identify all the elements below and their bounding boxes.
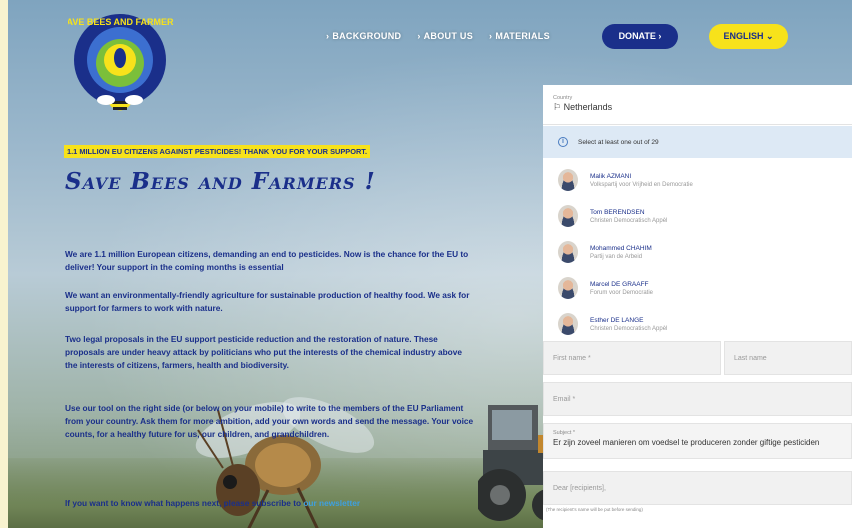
flag-icon: ⚐ <box>553 102 564 112</box>
country-name: Netherlands <box>563 102 613 112</box>
mep-name: Marcel DE GRAAFF <box>590 280 649 288</box>
nav-about-us[interactable]: › ABOUT US <box>417 26 473 46</box>
intro-paragraph-2: We want an environmentally-friendly agri… <box>65 290 470 313</box>
mep-party: Christen Democratisch Appèl <box>590 217 668 224</box>
nav-about-us-label: ABOUT US <box>423 31 474 41</box>
message-field[interactable]: Dear [recipients], <box>543 471 852 505</box>
logo-text: SAVE BEES AND FARMERS <box>68 17 173 27</box>
country-value: ⚐ Netherlands <box>553 102 842 113</box>
email-field[interactable]: Email * <box>543 382 852 416</box>
newsletter-link[interactable]: our newsletter <box>303 498 360 508</box>
mep-item[interactable]: Tom BERENDSEN Christen Democratisch Appèl <box>543 198 852 234</box>
contact-form-panel: Country ⚐ Netherlands i Select at least … <box>543 85 852 528</box>
mep-party: Volkspartij voor Vrijheid en Democratie <box>590 181 693 188</box>
mep-name: Mohammed CHAHIM <box>590 244 652 252</box>
email-placeholder: Email * <box>553 395 576 403</box>
chevron-right-icon: › <box>489 31 493 41</box>
avatar <box>558 277 578 299</box>
chevron-right-icon: › <box>658 31 662 41</box>
subject-label: Subject * <box>553 430 576 436</box>
newsletter-paragraph: If you want to know what happens next, p… <box>65 497 475 510</box>
intro-paragraph-1: We are 1.1 million European citizens, de… <box>65 249 469 272</box>
last-name-placeholder: Last name <box>734 354 767 362</box>
subject-value: Er zijn zoveel manieren om voedsel te pr… <box>553 438 820 447</box>
mep-item[interactable]: Malik AZMANI Volkspartij voor Vrijheid en… <box>543 162 852 198</box>
mep-item[interactable]: Marcel DE GRAAFF Forum voor Democratie <box>543 270 852 306</box>
top-nav: › BACKGROUND › ABOUT US › MATERIALS <box>326 26 550 46</box>
nav-background-label: BACKGROUND <box>332 31 402 41</box>
info-text: Select at least one out of 29 <box>578 138 659 146</box>
donate-label: DONATE <box>618 31 656 41</box>
mep-item[interactable]: Mohammed CHAHIM Partij van de Arbeid <box>543 234 852 270</box>
mep-party: Partij van de Arbeid <box>590 253 643 260</box>
donate-button[interactable]: DONATE › <box>602 24 678 49</box>
message-placeholder: Dear [recipients], <box>553 484 606 492</box>
mep-name: Esther DE LANGE <box>590 316 644 324</box>
mep-item[interactable]: Esther DE LANGE Christen Democratisch App… <box>543 306 852 342</box>
info-icon: i <box>558 137 568 147</box>
chevron-right-icon: › <box>417 31 421 41</box>
first-name-placeholder: First name * <box>553 354 591 362</box>
mep-party: Christen Democratisch Appèl <box>590 325 668 332</box>
nav-materials-label: MATERIALS <box>495 31 550 41</box>
mep-party: Forum voor Democratie <box>590 289 654 296</box>
avatar <box>558 241 578 263</box>
intro-paragraph-3: Two legal proposals in the EU support pe… <box>65 334 462 370</box>
chevron-down-icon: ⌄ <box>765 31 774 41</box>
nav-background[interactable]: › BACKGROUND <box>326 26 401 46</box>
first-name-field[interactable]: First name * <box>543 341 721 375</box>
chevron-right-icon: › <box>326 31 330 41</box>
language-select[interactable]: ENGLISH ⌄ <box>709 24 788 49</box>
info-notice: i Select at least one out of 29 <box>543 126 852 158</box>
mep-name: Malik AZMANI <box>590 172 632 180</box>
newsletter-text: If you want to know what happens next, p… <box>65 498 304 508</box>
logo: SAVE BEES AND FARMERS <box>68 14 173 111</box>
country-label: Country <box>553 95 573 101</box>
nav-materials[interactable]: › MATERIALS <box>489 26 550 46</box>
last-name-field[interactable]: Last name <box>724 341 852 375</box>
avatar <box>558 169 578 191</box>
subject-field[interactable]: Subject * Er zijn zoveel manieren om voe… <box>543 423 852 459</box>
avatar <box>558 313 578 335</box>
page-title: Save Bees and Farmers ! <box>65 168 376 195</box>
recipient-note: (The recipient's name will be put before… <box>546 507 643 512</box>
avatar <box>558 205 578 227</box>
language-label: ENGLISH <box>723 31 764 41</box>
support-banner: 1.1 MILLION EU CITIZENS AGAINST PESTICID… <box>64 145 371 158</box>
mep-name: Tom BERENDSEN <box>590 208 645 216</box>
intro-paragraph-4: Use our tool on the right side (or below… <box>65 403 474 439</box>
country-select[interactable]: Country ⚐ Netherlands <box>543 89 852 125</box>
